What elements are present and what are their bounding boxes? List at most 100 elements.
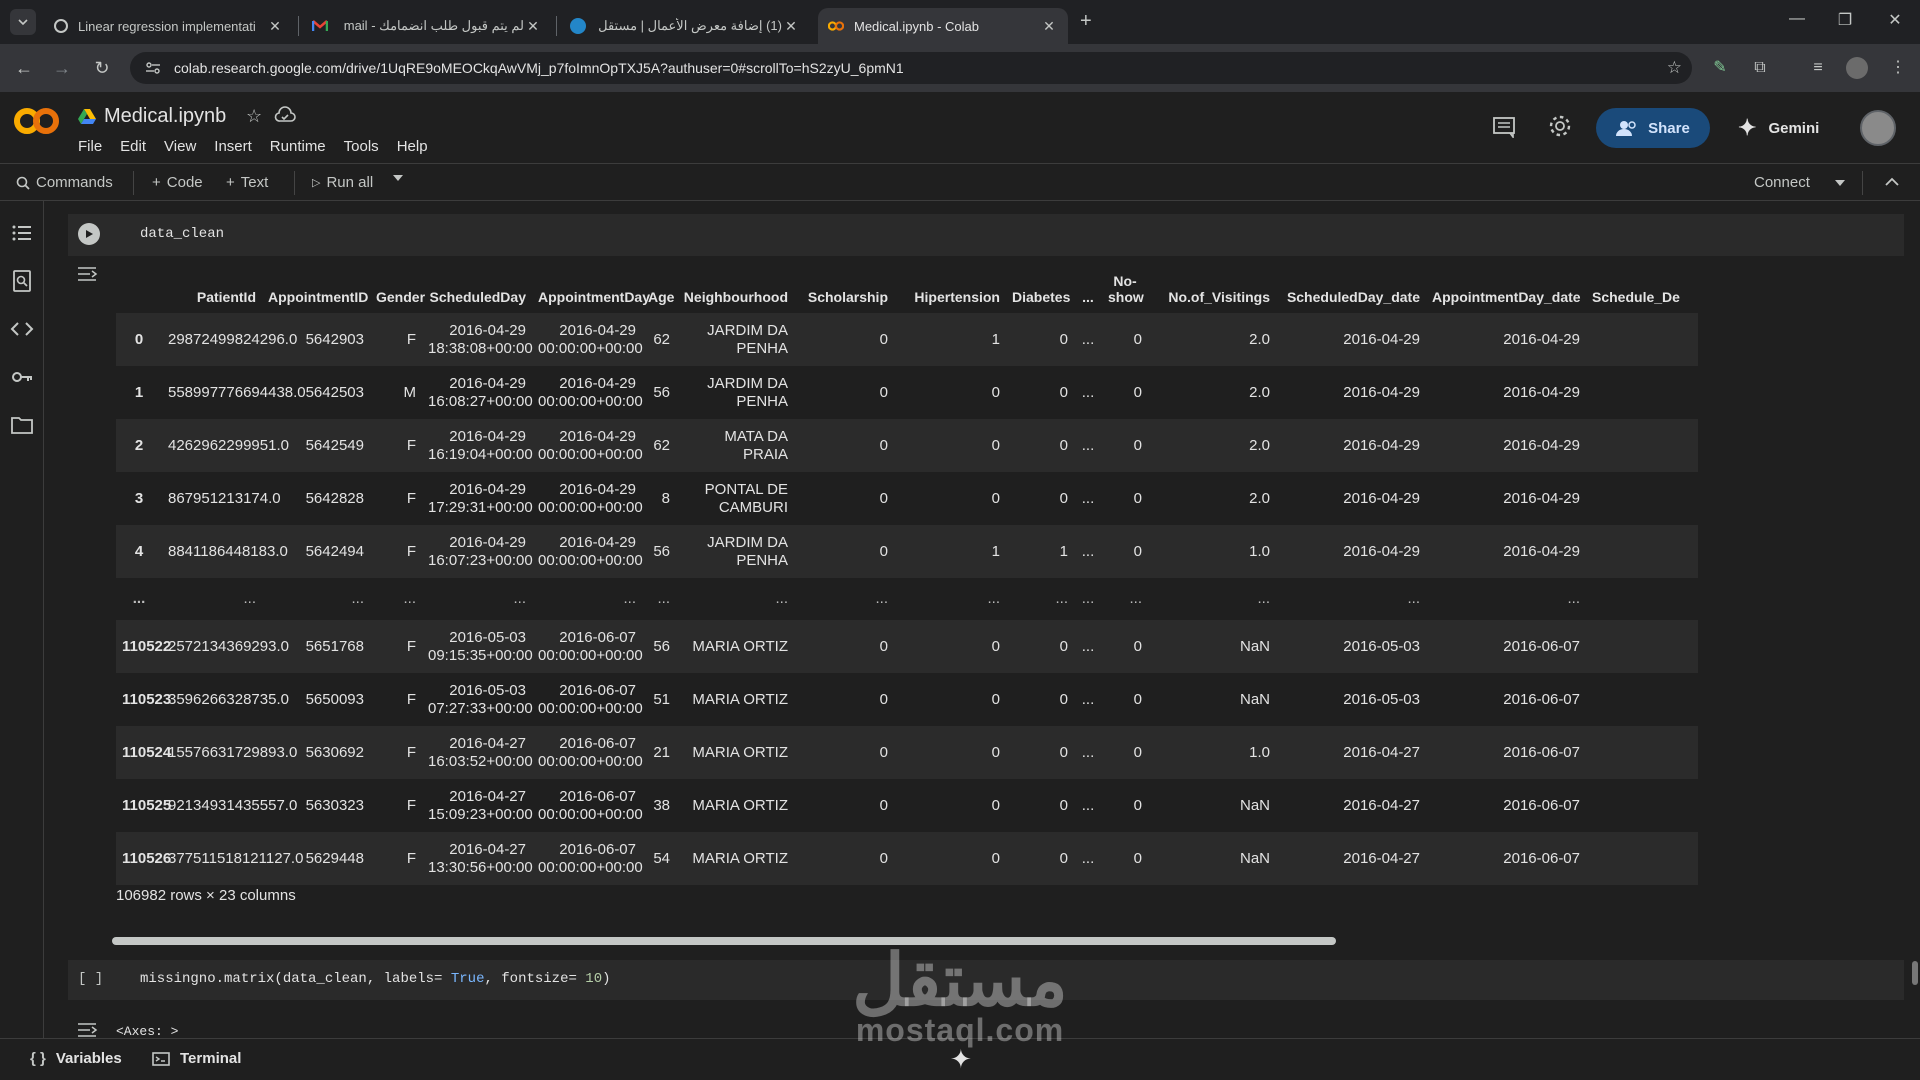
restore-icon[interactable]: ❐ xyxy=(1822,10,1868,30)
cell-run-bracket[interactable]: [ ] xyxy=(78,971,103,987)
table-cell: 29872499824296.0 xyxy=(168,330,298,348)
forward-icon[interactable]: → xyxy=(50,56,74,80)
menu-insert[interactable]: Insert xyxy=(214,138,252,155)
secrets-key-icon[interactable] xyxy=(10,365,34,389)
table-cell: MATA DA PRAIA xyxy=(724,427,788,463)
menu-bar: File Edit View Insert Runtime Tools Help xyxy=(78,138,446,155)
browser-tab[interactable]: Linear regression implementati ✕ xyxy=(44,8,294,44)
run-all-button[interactable]: ▷ Run all xyxy=(312,174,373,191)
gemini-label: Gemini xyxy=(1768,119,1820,137)
table-cell: 0 xyxy=(991,690,1000,708)
run-all-dropdown-icon[interactable] xyxy=(392,174,404,182)
colab-logo[interactable] xyxy=(14,106,60,136)
back-icon[interactable]: ← xyxy=(12,56,36,80)
table-cell: 0 xyxy=(1133,489,1142,507)
extensions-puzzle-icon[interactable]: ⧉ xyxy=(1748,56,1772,80)
output-toggle-icon[interactable] xyxy=(76,1021,98,1038)
table-header-row: PatientId AppointmentID Gender ScheduledDay… xyxy=(116,261,1698,313)
run-cell-button[interactable] xyxy=(78,223,100,245)
files-folder-icon[interactable] xyxy=(10,413,34,437)
terminal-button[interactable]: Terminal xyxy=(152,1050,241,1067)
search-icon xyxy=(16,176,30,190)
column-header: Hipertension xyxy=(914,289,1000,305)
table-cell: 2016-06-07 00:00:00+00:00 xyxy=(538,840,643,876)
table-cell: 2016-04-29 xyxy=(1503,489,1580,507)
tab-search-button[interactable] xyxy=(10,9,36,35)
table-cell: 8841186448183.0 xyxy=(168,542,288,560)
menu-edit[interactable]: Edit xyxy=(120,138,146,155)
close-tab-icon[interactable]: ✕ xyxy=(266,18,284,35)
menu-file[interactable]: File xyxy=(78,138,102,155)
close-window-icon[interactable]: ✕ xyxy=(1872,10,1918,30)
browser-tab[interactable]: (1) إضافة معرض الأعمال | مستقل ✕ xyxy=(560,8,810,44)
browser-tab[interactable]: لم يتم قبول طلب انضمامك - mail ✕ xyxy=(302,8,552,44)
address-bar[interactable]: colab.research.google.com/drive/1UqRE9oM… xyxy=(130,52,1692,84)
commands-label: Commands xyxy=(36,174,113,191)
tab-title: لم يتم قبول طلب انضمامك - mail xyxy=(343,18,524,33)
table-cell: 0 xyxy=(1133,743,1142,761)
chevron-up-icon[interactable] xyxy=(1884,172,1900,192)
output-toggle-icon[interactable] xyxy=(76,265,98,285)
table-cell: ... xyxy=(1081,383,1095,401)
code-snippets-icon[interactable] xyxy=(10,317,34,341)
site-info-icon[interactable] xyxy=(144,59,162,77)
profile-avatar-icon[interactable] xyxy=(1846,57,1868,79)
table-cell: F xyxy=(406,690,416,708)
close-tab-icon[interactable]: ✕ xyxy=(524,18,542,35)
table-cell: 56 xyxy=(653,383,670,401)
vertical-scrollbar[interactable] xyxy=(1912,961,1918,985)
horizontal-scrollbar[interactable] xyxy=(112,937,1336,945)
cell-code[interactable]: missingno.matrix(data_clean, labels= Tru… xyxy=(140,971,611,987)
settings-gear-icon[interactable] xyxy=(1548,114,1574,140)
column-header: ScheduledDay_date xyxy=(1286,289,1420,305)
star-icon[interactable]: ☆ xyxy=(246,106,262,127)
add-text-button[interactable]: + Text xyxy=(226,174,268,191)
table-cell: ... xyxy=(1055,590,1068,607)
share-button[interactable]: Share xyxy=(1596,108,1710,148)
table-cell: 2016-06-07 00:00:00+00:00 xyxy=(538,628,643,664)
tab-title: Linear regression implementati xyxy=(78,18,256,34)
browser-menu-icon[interactable]: ⋮ xyxy=(1886,56,1910,80)
table-cell: ... xyxy=(1081,796,1095,814)
find-in-notebook-icon[interactable] xyxy=(10,269,34,293)
table-cell: 0 xyxy=(1059,436,1068,454)
user-avatar[interactable] xyxy=(1860,110,1896,146)
code-cell[interactable]: data_clean xyxy=(68,214,1904,256)
table-cell: MARIA ORTIZ xyxy=(692,690,788,708)
add-code-button[interactable]: + Code xyxy=(152,174,203,191)
menu-runtime[interactable]: Runtime xyxy=(270,138,326,155)
media-controls-icon[interactable]: ≡ xyxy=(1806,56,1830,80)
gemini-button[interactable]: ✦ Gemini xyxy=(1738,108,1819,148)
browser-tab-active[interactable]: Medical.ipynb - Colab ✕ xyxy=(818,8,1068,44)
table-cell: 2016-04-27 xyxy=(1343,849,1420,867)
table-cell: 2016-04-29 16:08:27+00:00 xyxy=(428,374,533,410)
table-cell: 2016-06-07 xyxy=(1503,637,1580,655)
new-tab-button[interactable]: + xyxy=(1080,10,1092,33)
close-tab-icon[interactable]: ✕ xyxy=(782,18,800,35)
table-cell: MARIA ORTIZ xyxy=(692,796,788,814)
table-cell: F xyxy=(406,743,416,761)
commands-button[interactable]: Commands xyxy=(16,174,113,191)
comments-icon[interactable] xyxy=(1492,116,1518,140)
connect-button[interactable]: Connect xyxy=(1754,174,1810,191)
table-cell: 2016-04-29 xyxy=(1343,542,1420,560)
menu-tools[interactable]: Tools xyxy=(344,138,379,155)
drive-icon[interactable] xyxy=(78,108,96,124)
extension-pen-icon[interactable]: ✎ xyxy=(1708,56,1732,80)
variables-button[interactable]: { } Variables xyxy=(30,1050,122,1067)
bookmark-star-icon[interactable]: ☆ xyxy=(1667,58,1682,78)
table-cell: ... xyxy=(875,590,888,607)
reload-icon[interactable]: ↻ xyxy=(90,56,114,80)
table-of-contents-icon[interactable] xyxy=(10,221,34,245)
colab-header: Medical.ipynb ☆ File Edit View Insert Ru… xyxy=(0,92,1920,164)
connect-dropdown-icon[interactable] xyxy=(1834,174,1846,190)
table-cell: 0 xyxy=(1059,849,1068,867)
close-tab-icon[interactable]: ✕ xyxy=(1040,18,1058,35)
table-cell: 62 xyxy=(653,436,670,454)
minimize-icon[interactable]: — xyxy=(1774,10,1820,28)
cloud-saved-icon[interactable] xyxy=(274,106,296,126)
menu-view[interactable]: View xyxy=(164,138,196,155)
menu-help[interactable]: Help xyxy=(397,138,428,155)
notebook-title[interactable]: Medical.ipynb xyxy=(104,105,226,128)
cell-code[interactable]: data_clean xyxy=(140,226,224,242)
